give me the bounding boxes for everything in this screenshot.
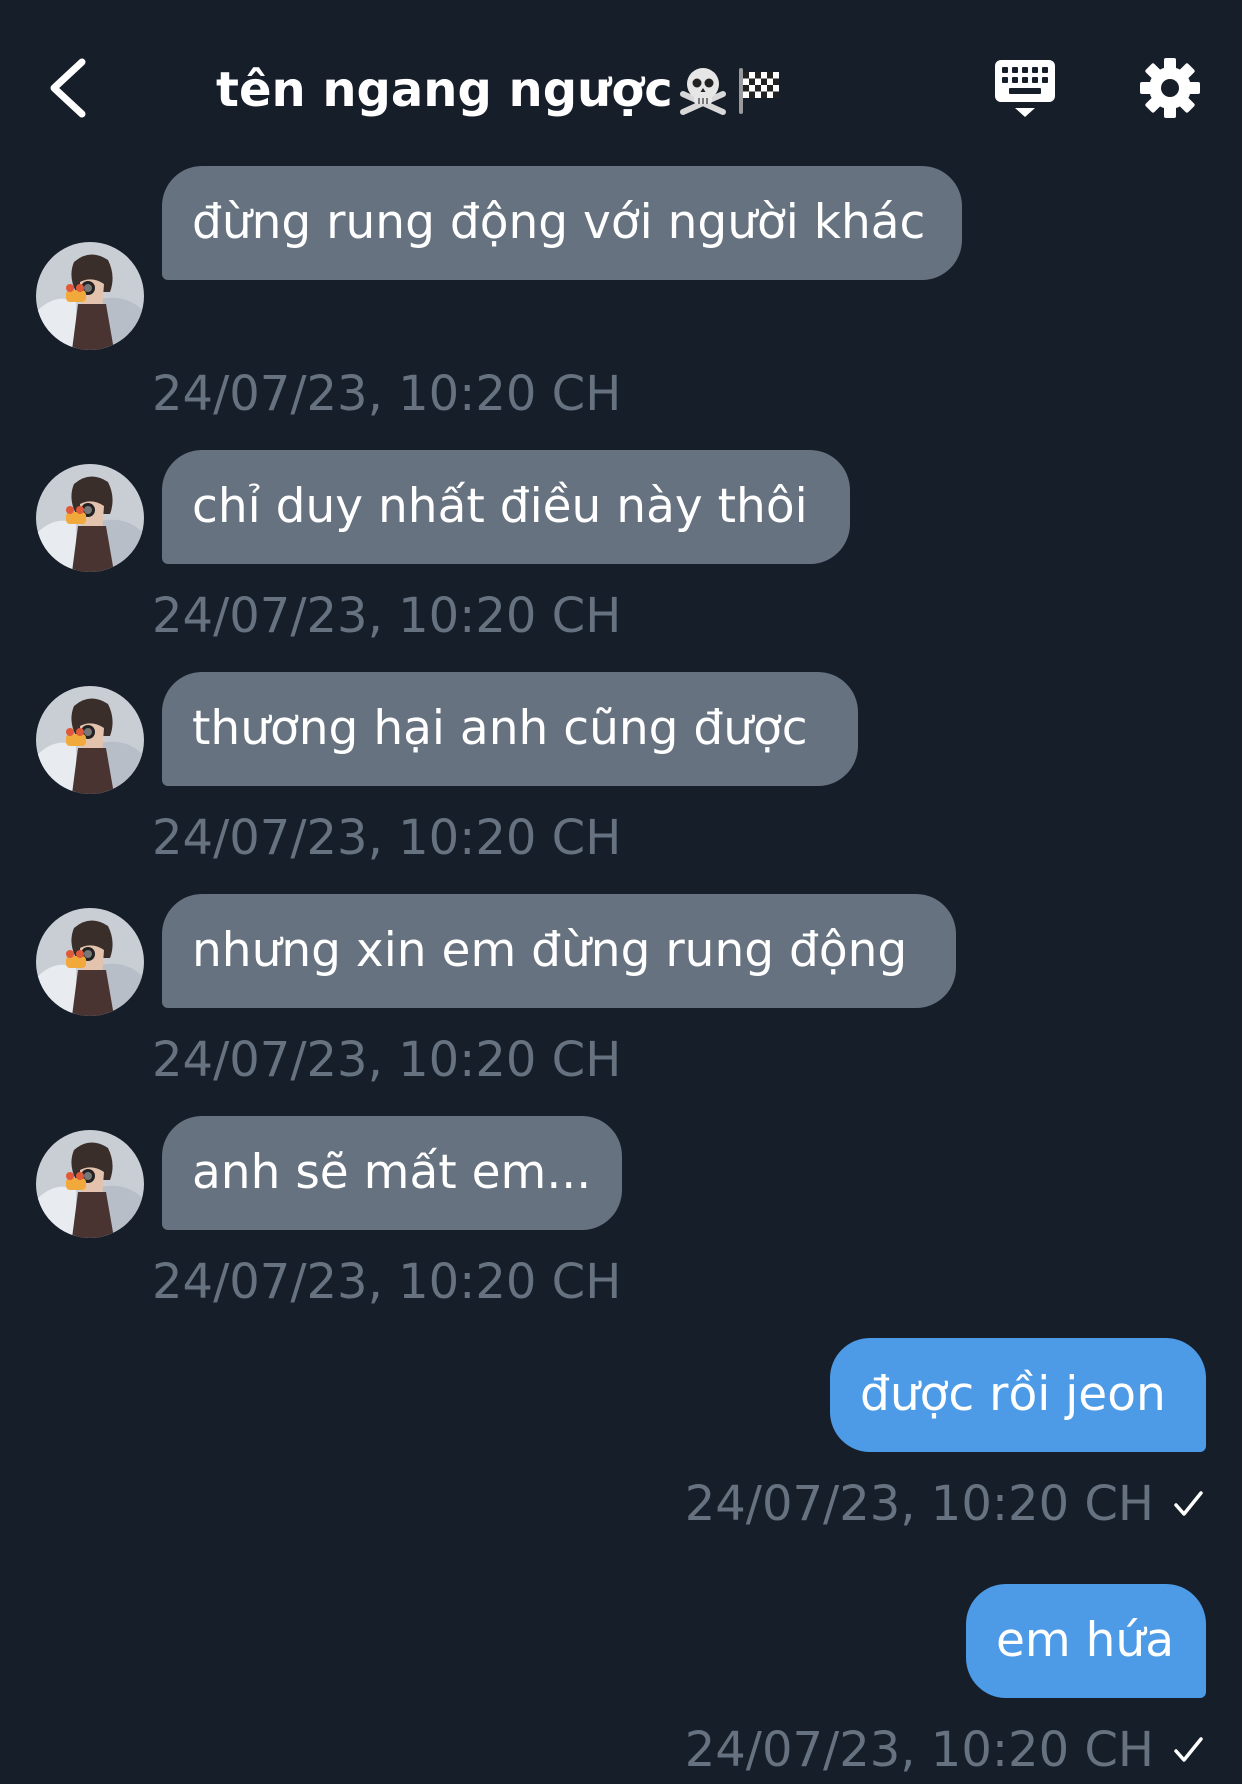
message-timestamp: 24/07/23, 10:20 CH [152, 1254, 622, 1310]
message-bubble[interactable]: anh sẽ mất em... [162, 1116, 622, 1230]
message-bubble[interactable]: chỉ duy nhất điều này thôi [162, 450, 850, 564]
checkmark-icon [1170, 1486, 1206, 1522]
message-timestamp-outgoing: 24/07/23, 10:20 CH [685, 1476, 1206, 1532]
timestamp-text: 24/07/23, 10:20 CH [684, 1476, 1154, 1532]
message-bubble[interactable]: thương hại anh cũng được [162, 672, 858, 786]
message-text: chỉ duy nhất điều này thôi [192, 479, 808, 534]
message-text: thương hại anh cũng được [192, 701, 808, 756]
avatar[interactable] [36, 1130, 144, 1238]
checkmark-icon [1170, 1732, 1206, 1768]
message-timestamp: 24/07/23, 10:20 CH [152, 1032, 622, 1088]
message-timestamp: 24/07/23, 10:20 CH [152, 366, 622, 422]
avatar[interactable] [36, 242, 144, 350]
message-text: anh sẽ mất em... [192, 1145, 592, 1200]
message-bubble-outgoing[interactable]: em hứa [966, 1584, 1206, 1698]
message-text: em hứa [996, 1613, 1175, 1668]
message-bubble[interactable]: nhưng xin em đừng rung động [162, 894, 956, 1008]
message-timestamp-outgoing: 24/07/23, 10:20 CH [685, 1722, 1206, 1778]
message-timestamp: 24/07/23, 10:20 CH [152, 810, 622, 866]
timestamp-text: 24/07/23, 10:20 CH [684, 1722, 1154, 1778]
message-text: đừng rung động với người khác [192, 195, 926, 250]
message-bubble[interactable]: đừng rung động với người khác [162, 166, 962, 280]
message-text: nhưng xin em đừng rung động [192, 923, 908, 978]
avatar[interactable] [36, 686, 144, 794]
message-list[interactable]: đừng rung động với người khác 24/07/23, … [0, 0, 1242, 1784]
message-timestamp: 24/07/23, 10:20 CH [152, 588, 622, 644]
message-bubble-outgoing[interactable]: được rồi jeon [830, 1338, 1206, 1452]
avatar[interactable] [36, 464, 144, 572]
avatar[interactable] [36, 908, 144, 1016]
chat-screen: tên ngang ngược đừng rung động với người… [0, 0, 1242, 1784]
message-text: được rồi jeon [860, 1367, 1166, 1422]
